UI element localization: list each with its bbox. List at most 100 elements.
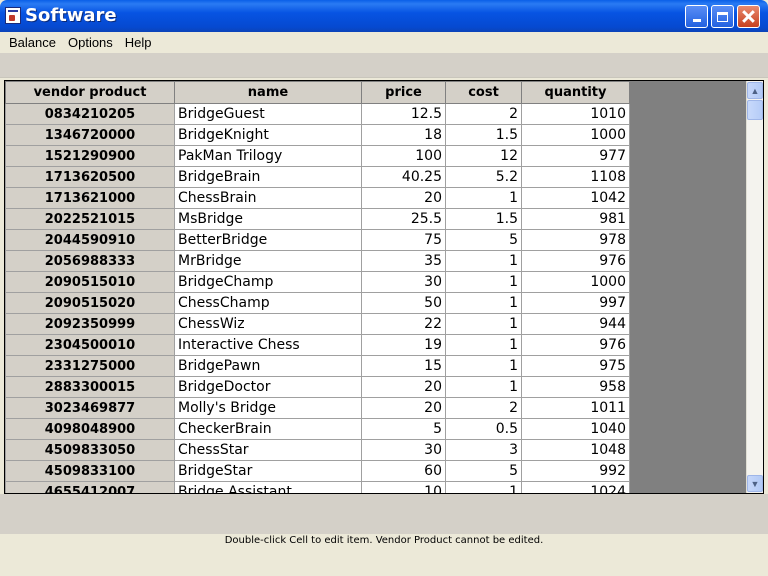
cell-name[interactable]: BridgeKnight — [174, 124, 362, 146]
cell-cost[interactable]: 5 — [445, 460, 522, 482]
cell-cost[interactable]: 1.5 — [445, 208, 522, 230]
menu-options[interactable]: Options — [62, 35, 119, 50]
cell-name[interactable]: MrBridge — [174, 250, 362, 272]
cell-price[interactable]: 40.25 — [361, 166, 446, 188]
cell-name[interactable]: ChessChamp — [174, 292, 362, 314]
cell-price[interactable]: 20 — [361, 187, 446, 209]
cell-price[interactable]: 35 — [361, 250, 446, 272]
cell-quantity[interactable]: 981 — [521, 208, 630, 230]
table-row[interactable]: 4098048900 CheckerBrain 5 0.5 1040 — [5, 418, 630, 440]
cell-name[interactable]: BridgeStar — [174, 460, 362, 482]
table-row[interactable]: 2092350999 ChessWiz 22 1 944 — [5, 313, 630, 335]
minimize-button[interactable] — [685, 5, 708, 28]
table-row[interactable]: 2022521015 MsBridge 25.5 1.5 981 — [5, 208, 630, 230]
cell-cost[interactable]: 12 — [445, 145, 522, 167]
cell-cost[interactable]: 5.2 — [445, 166, 522, 188]
cell-cost[interactable]: 1 — [445, 271, 522, 293]
table-row[interactable]: 2883300015 BridgeDoctor 20 1 958 — [5, 376, 630, 398]
cell-quantity[interactable]: 975 — [521, 355, 630, 377]
cell-quantity[interactable]: 1024 — [521, 481, 630, 493]
cell-name[interactable]: ChessWiz — [174, 313, 362, 335]
cell-price[interactable]: 60 — [361, 460, 446, 482]
cell-name[interactable]: MsBridge — [174, 208, 362, 230]
cell-name[interactable]: PakMan Trilogy — [174, 145, 362, 167]
cell-cost[interactable]: 1 — [445, 292, 522, 314]
cell-quantity[interactable]: 976 — [521, 334, 630, 356]
table-row[interactable]: 4509833050 ChessStar 30 3 1048 — [5, 439, 630, 461]
table-row[interactable]: 2090515020 ChessChamp 50 1 997 — [5, 292, 630, 314]
scroll-down-button[interactable]: ▼ — [747, 475, 763, 492]
cell-price[interactable]: 19 — [361, 334, 446, 356]
column-header-cost[interactable]: cost — [445, 81, 522, 104]
cell-name[interactable]: Bridge Assistant — [174, 481, 362, 493]
menu-balance[interactable]: Balance — [3, 35, 62, 50]
maximize-button[interactable] — [711, 5, 734, 28]
column-header-price[interactable]: price — [361, 81, 446, 104]
cell-name[interactable]: BetterBridge — [174, 229, 362, 251]
cell-quantity[interactable]: 1000 — [521, 124, 630, 146]
cell-name[interactable]: BridgeChamp — [174, 271, 362, 293]
cell-quantity[interactable]: 958 — [521, 376, 630, 398]
cell-price[interactable]: 30 — [361, 271, 446, 293]
table-row[interactable]: 0834210205 BridgeGuest 12.5 2 1010 — [5, 103, 630, 125]
title-bar[interactable]: Software — [0, 0, 768, 32]
app-document-icon[interactable] — [5, 7, 21, 24]
cell-cost[interactable]: 1 — [445, 376, 522, 398]
cell-name[interactable]: CheckerBrain — [174, 418, 362, 440]
cell-cost[interactable]: 5 — [445, 229, 522, 251]
table-row[interactable]: 4509833100 BridgeStar 60 5 992 — [5, 460, 630, 482]
cell-price[interactable]: 30 — [361, 439, 446, 461]
cell-name[interactable]: Molly's Bridge — [174, 397, 362, 419]
cell-price[interactable]: 10 — [361, 481, 446, 493]
table-row[interactable]: 2056988333 MrBridge 35 1 976 — [5, 250, 630, 272]
table-row[interactable]: 2090515010 BridgeChamp 30 1 1000 — [5, 271, 630, 293]
cell-cost[interactable]: 3 — [445, 439, 522, 461]
table-row[interactable]: 2331275000 BridgePawn 15 1 975 — [5, 355, 630, 377]
cell-name[interactable]: ChessBrain — [174, 187, 362, 209]
cell-cost[interactable]: 1.5 — [445, 124, 522, 146]
menu-help[interactable]: Help — [119, 35, 158, 50]
cell-cost[interactable]: 1 — [445, 334, 522, 356]
cell-name[interactable]: BridgeGuest — [174, 103, 362, 125]
cell-quantity[interactable]: 977 — [521, 145, 630, 167]
cell-price[interactable]: 20 — [361, 376, 446, 398]
column-header-name[interactable]: name — [174, 81, 362, 104]
cell-name[interactable]: BridgePawn — [174, 355, 362, 377]
cell-cost[interactable]: 1 — [445, 355, 522, 377]
cell-cost[interactable]: 1 — [445, 481, 522, 493]
cell-price[interactable]: 25.5 — [361, 208, 446, 230]
cell-quantity[interactable]: 944 — [521, 313, 630, 335]
table-row[interactable]: 1521290900 PakMan Trilogy 100 12 977 — [5, 145, 630, 167]
cell-name[interactable]: Interactive Chess — [174, 334, 362, 356]
cell-quantity[interactable]: 1011 — [521, 397, 630, 419]
cell-quantity[interactable]: 976 — [521, 250, 630, 272]
column-header-quantity[interactable]: quantity — [521, 81, 630, 104]
table-row[interactable]: 4655412007 Bridge Assistant 10 1 1024 — [5, 481, 630, 493]
cell-cost[interactable]: 1 — [445, 313, 522, 335]
cell-price[interactable]: 5 — [361, 418, 446, 440]
scroll-thumb[interactable] — [747, 100, 763, 120]
cell-name[interactable]: ChessStar — [174, 439, 362, 461]
cell-price[interactable]: 100 — [361, 145, 446, 167]
cell-price[interactable]: 12.5 — [361, 103, 446, 125]
cell-price[interactable]: 75 — [361, 229, 446, 251]
cell-price[interactable]: 15 — [361, 355, 446, 377]
cell-price[interactable]: 18 — [361, 124, 446, 146]
cell-cost[interactable]: 2 — [445, 103, 522, 125]
cell-quantity[interactable]: 1048 — [521, 439, 630, 461]
cell-cost[interactable]: 2 — [445, 397, 522, 419]
table-row[interactable]: 1346720000 BridgeKnight 18 1.5 1000 — [5, 124, 630, 146]
cell-cost[interactable]: 0.5 — [445, 418, 522, 440]
cell-name[interactable]: BridgeDoctor — [174, 376, 362, 398]
cell-quantity[interactable]: 1000 — [521, 271, 630, 293]
table-row[interactable]: 1713621000 ChessBrain 20 1 1042 — [5, 187, 630, 209]
table-row[interactable]: 1713620500 BridgeBrain 40.25 5.2 1108 — [5, 166, 630, 188]
cell-quantity[interactable]: 978 — [521, 229, 630, 251]
table-row[interactable]: 2044590910 BetterBridge 75 5 978 — [5, 229, 630, 251]
column-header-vendor-product[interactable]: vendor product — [5, 81, 175, 104]
close-button[interactable] — [737, 5, 760, 28]
scroll-up-button[interactable]: ▲ — [747, 82, 763, 99]
cell-name[interactable]: BridgeBrain — [174, 166, 362, 188]
cell-price[interactable]: 20 — [361, 397, 446, 419]
data-grid[interactable]: vendor product name price cost quantity … — [4, 80, 764, 494]
